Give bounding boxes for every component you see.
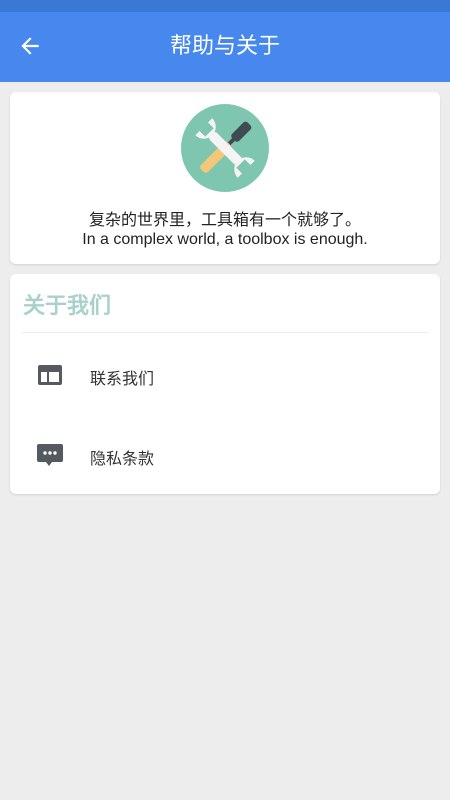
page-title: 帮助与关于 bbox=[169, 34, 280, 59]
arrow-left-icon bbox=[21, 37, 39, 55]
slogan-chinese: 复杂的世界里，工具箱有一个就够了。 bbox=[88, 210, 361, 229]
intro-card: 复杂的世界里，工具箱有一个就够了。 In a complex world, a … bbox=[10, 92, 440, 264]
about-card: 关于我们 联系我们 隐私条款 bbox=[10, 274, 440, 494]
privacy-policy-label: 隐私条款 bbox=[90, 449, 155, 468]
slogan-english: In a complex world, a toolbox is enough. bbox=[82, 231, 368, 248]
tools-icon bbox=[181, 104, 269, 192]
web-window-icon bbox=[38, 365, 62, 385]
app-bar: 帮助与关于 bbox=[0, 12, 450, 82]
privacy-policy-item[interactable]: 隐私条款 bbox=[10, 419, 440, 491]
divider bbox=[22, 332, 428, 333]
back-button[interactable] bbox=[8, 24, 52, 68]
chat-bubble-icon bbox=[37, 444, 63, 466]
contact-us-item[interactable]: 联系我们 bbox=[10, 339, 440, 411]
contact-us-label: 联系我们 bbox=[90, 369, 155, 388]
status-bar bbox=[0, 0, 450, 12]
about-section-title: 关于我们 bbox=[23, 294, 112, 319]
